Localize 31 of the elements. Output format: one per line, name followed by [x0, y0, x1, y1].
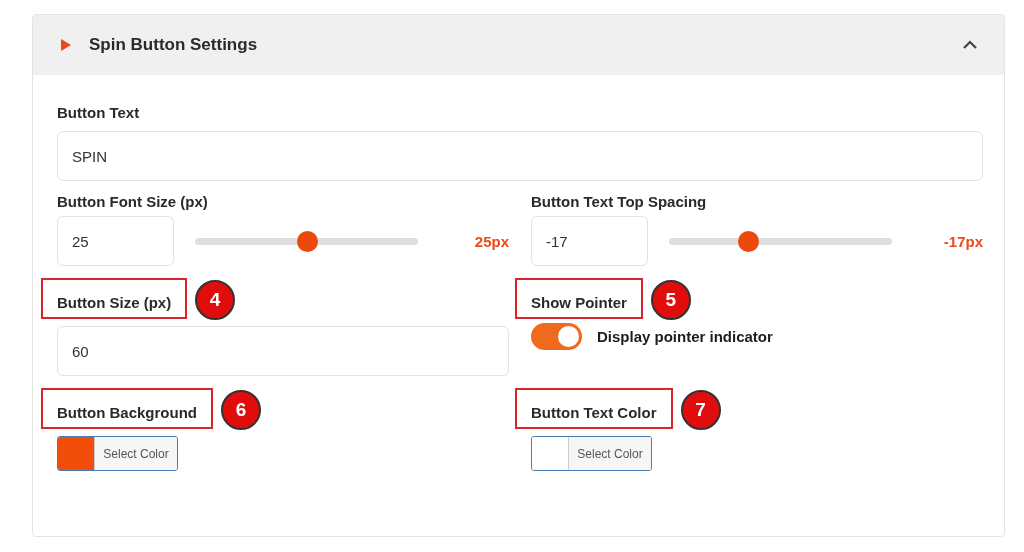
select-color-button[interactable]: Select Color: [569, 437, 651, 470]
panel-header[interactable]: Spin Button Settings: [33, 15, 1004, 75]
color-swatch[interactable]: [58, 437, 95, 470]
number-badge: 6: [221, 390, 261, 430]
field-label: Show Pointer: [515, 277, 643, 319]
panel-title: Spin Button Settings: [89, 35, 259, 55]
slider-track[interactable]: [669, 230, 892, 252]
toggle-switch[interactable]: [531, 322, 582, 350]
field-label: Button Background: [41, 387, 213, 429]
slider-thumb[interactable]: [296, 230, 318, 252]
number-field[interactable]: 25: [57, 216, 174, 266]
number-badge: 4: [195, 280, 236, 320]
number-badge: 7: [680, 390, 721, 430]
text-field[interactable]: 60: [57, 326, 509, 376]
field-label: Button Text Top Spacing: [531, 193, 707, 210]
slider-track[interactable]: [195, 230, 418, 252]
slider-value: 25px: [474, 232, 509, 250]
slider-thumb[interactable]: [738, 230, 759, 252]
field-label: Button Font Size (px): [57, 193, 208, 210]
slider-value: -17px: [943, 232, 983, 250]
play-icon: [60, 38, 72, 52]
field-label: Button Text: [57, 103, 140, 121]
toggle-label: Display pointer indicator: [597, 327, 773, 345]
text-field[interactable]: SPIN: [57, 131, 983, 181]
color-swatch[interactable]: [532, 437, 569, 470]
select-color-button[interactable]: Select Color: [95, 437, 177, 470]
field-label: Button Text Color: [515, 387, 673, 429]
collapse-icon[interactable]: [962, 40, 978, 50]
number-field[interactable]: -17: [531, 216, 648, 266]
field-label: Button Size (px): [41, 277, 188, 319]
number-badge: 5: [650, 280, 691, 320]
